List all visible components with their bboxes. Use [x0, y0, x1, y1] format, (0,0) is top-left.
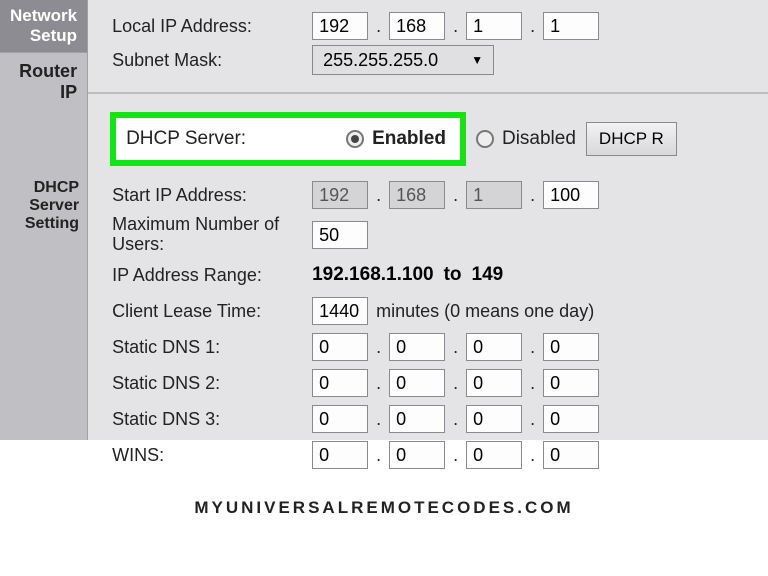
start-ip-octet-3 [466, 181, 522, 209]
wins-octet-4[interactable] [543, 441, 599, 469]
dot-icon: . [526, 337, 539, 358]
wins-octet-3[interactable] [466, 441, 522, 469]
radio-unchecked-icon [476, 130, 494, 148]
dot-icon: . [372, 445, 385, 466]
dot-icon: . [449, 445, 462, 466]
sidebar-item-router-ip[interactable]: Router IP [0, 53, 87, 111]
start-ip-label: Start IP Address: [112, 185, 312, 206]
ip-range-to: to [444, 264, 462, 286]
dhcp-server-label: DHCP Server: [126, 128, 306, 150]
local-ip-octet-2[interactable] [389, 12, 445, 40]
lease-time-input[interactable] [312, 297, 368, 325]
local-ip-group: . . . [312, 12, 599, 40]
local-ip-octet-1[interactable] [312, 12, 368, 40]
start-ip-octet-2 [389, 181, 445, 209]
dns3-label: Static DNS 3: [112, 409, 312, 430]
chevron-down-icon: ▼ [471, 53, 483, 67]
dns1-octet-1[interactable] [312, 333, 368, 361]
dot-icon: . [526, 185, 539, 206]
dot-icon: . [372, 16, 385, 37]
dot-icon: . [526, 409, 539, 430]
dot-icon: . [372, 373, 385, 394]
dns2-octet-3[interactable] [466, 369, 522, 397]
row-dhcp-server: DHCP Server: Enabled Disabled DHCP R [112, 112, 768, 166]
local-ip-octet-3[interactable] [466, 12, 522, 40]
ip-range-label: IP Address Range: [112, 265, 312, 286]
dot-icon: . [449, 337, 462, 358]
dot-icon: . [526, 445, 539, 466]
dns2-group: . . . [312, 369, 599, 397]
dhcp-subrows: Start IP Address: . . . Maximum Number o… [112, 178, 768, 472]
dot-icon: . [449, 185, 462, 206]
max-users-label: Maximum Number of Users: [112, 215, 312, 255]
start-ip-octet-4[interactable] [543, 181, 599, 209]
sidebar: Network Setup Router IP DHCP Server Sett… [0, 0, 88, 440]
dhcp-server-enabled-highlight: DHCP Server: Enabled [110, 112, 466, 166]
dns1-octet-3[interactable] [466, 333, 522, 361]
dns3-octet-1[interactable] [312, 405, 368, 433]
lease-time-label: Client Lease Time: [112, 301, 312, 322]
dhcp-enabled-label: Enabled [372, 128, 446, 150]
dns3-octet-2[interactable] [389, 405, 445, 433]
start-ip-octet-1 [312, 181, 368, 209]
row-dns3: Static DNS 3: . . . [112, 402, 768, 436]
row-dns1: Static DNS 1: . . . [112, 330, 768, 364]
sidebar-section-network-setup: Network Setup [0, 0, 87, 53]
wins-group: . . . [312, 441, 599, 469]
wins-label: WINS: [112, 445, 312, 466]
section-divider [88, 92, 768, 94]
dns2-octet-4[interactable] [543, 369, 599, 397]
row-ip-range: IP Address Range: 192.168.1.100 to 149 [112, 258, 768, 292]
dot-icon: . [449, 409, 462, 430]
row-start-ip: Start IP Address: . . . [112, 178, 768, 212]
dhcp-enabled-radio-wrap[interactable]: Enabled [346, 128, 446, 150]
main-content: Local IP Address: . . . Subnet Mask: 255… [88, 0, 768, 440]
dot-icon: . [449, 16, 462, 37]
dot-icon: . [372, 337, 385, 358]
dns2-octet-2[interactable] [389, 369, 445, 397]
dhcp-reservation-button[interactable]: DHCP R [586, 122, 677, 156]
dns1-octet-2[interactable] [389, 333, 445, 361]
dns3-octet-4[interactable] [543, 405, 599, 433]
wins-octet-2[interactable] [389, 441, 445, 469]
ip-range-end: 149 [472, 264, 504, 286]
dns2-octet-1[interactable] [312, 369, 368, 397]
lease-time-note: minutes (0 means one day) [376, 301, 594, 322]
dns2-label: Static DNS 2: [112, 373, 312, 394]
dot-icon: . [449, 373, 462, 394]
row-wins: WINS: . . . [112, 438, 768, 472]
row-lease-time: Client Lease Time: minutes (0 means one … [112, 294, 768, 328]
subnet-mask-value: 255.255.255.0 [323, 50, 438, 71]
local-ip-octet-4[interactable] [543, 12, 599, 40]
router-config-panel: Network Setup Router IP DHCP Server Sett… [0, 0, 768, 440]
dns1-label: Static DNS 1: [112, 337, 312, 358]
dot-icon: . [526, 373, 539, 394]
dot-icon: . [372, 409, 385, 430]
sidebar-spacer [0, 111, 87, 171]
dns1-octet-4[interactable] [543, 333, 599, 361]
subnet-mask-label: Subnet Mask: [112, 50, 312, 71]
dhcp-disabled-label: Disabled [502, 128, 576, 150]
dot-icon: . [526, 16, 539, 37]
watermark-footer: MYUNIVERSALREMOTECODES.COM [0, 498, 768, 518]
max-users-input[interactable] [312, 221, 368, 249]
radio-checked-icon [346, 130, 364, 148]
row-max-users: Maximum Number of Users: [112, 214, 768, 256]
wins-octet-1[interactable] [312, 441, 368, 469]
dhcp-disabled-radio-wrap[interactable]: Disabled [476, 128, 576, 150]
local-ip-label: Local IP Address: [112, 16, 312, 37]
dns3-group: . . . [312, 405, 599, 433]
row-local-ip: Local IP Address: . . . [112, 10, 768, 42]
subnet-mask-select[interactable]: 255.255.255.0 ▼ [312, 45, 494, 75]
ip-range-start: 192.168.1.100 [312, 264, 434, 286]
dns1-group: . . . [312, 333, 599, 361]
sidebar-item-dhcp-server-setting[interactable]: DHCP Server Setting [0, 171, 87, 241]
start-ip-group: . . . [312, 181, 599, 209]
dns3-octet-3[interactable] [466, 405, 522, 433]
dot-icon: . [372, 185, 385, 206]
row-dns2: Static DNS 2: . . . [112, 366, 768, 400]
row-subnet-mask: Subnet Mask: 255.255.255.0 ▼ [112, 44, 768, 76]
